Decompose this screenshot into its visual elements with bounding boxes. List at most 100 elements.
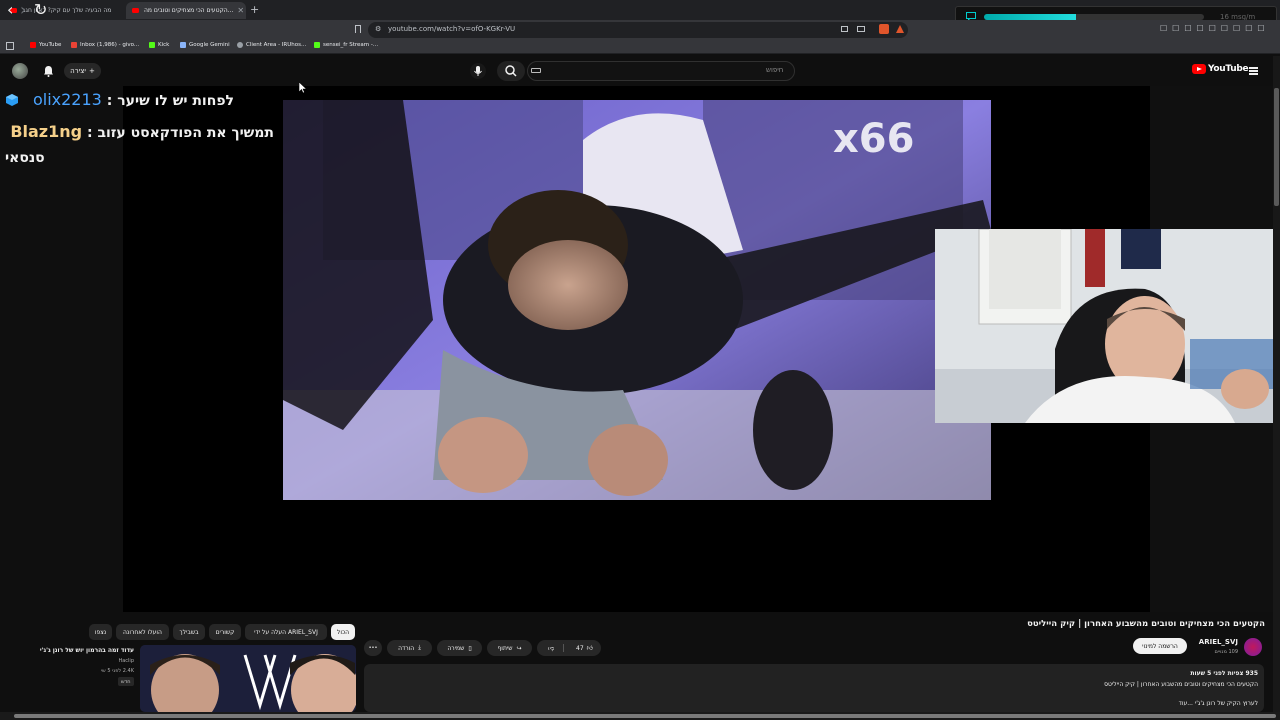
bookmark-gemini[interactable]: Google Gemini <box>180 42 230 48</box>
channel-name[interactable]: ARIEL_SVJ <box>1199 638 1238 646</box>
browser-tab-active[interactable]: הקטעים הכי מצחיקים וטובים מה... ✕ <box>126 2 246 19</box>
forward-icon[interactable]: › <box>20 0 26 19</box>
logo-text: YouTube <box>1208 64 1249 74</box>
chip-label: בשבילך <box>179 628 199 636</box>
share-button[interactable]: שיתוף ↪ <box>487 640 532 656</box>
menu-icon[interactable] <box>1249 67 1258 69</box>
description-line: הקטעים הכי מצחיקים וטובים מהשבוע האחרון … <box>1104 681 1258 688</box>
bookmark-label: Client Area - IRUhos... <box>246 42 307 48</box>
subscribe-button[interactable]: הרשמה למינוי <box>1133 638 1187 654</box>
chip-recently-uploaded[interactable]: הועלו לאחרונה <box>116 624 169 640</box>
mouse-cursor-icon <box>299 82 307 94</box>
create-label: יצירה <box>70 67 86 75</box>
bookmark-label: Kick <box>158 42 170 48</box>
apps-grid-icon[interactable] <box>6 42 14 50</box>
keyboard-icon[interactable] <box>531 68 541 73</box>
chip-related[interactable]: קשורים <box>209 624 241 640</box>
search-icon <box>505 65 517 77</box>
chat-message-text: לפחות יש לו שיער <box>117 93 234 109</box>
reload-icon[interactable]: ↻ <box>34 0 47 19</box>
cube-badge-icon <box>6 94 18 106</box>
bookmark-label: YouTube <box>39 42 62 48</box>
chat-message: תמשיך את הפודקאסט עזוב : Blaz1ng <box>10 122 274 141</box>
chip-label: העלה על ידי ARIEL_SVJ <box>254 628 318 636</box>
recommended-title[interactable]: עדוד זמה בהרמון יוש של רונן ג'ג'י <box>40 647 134 654</box>
chat-username: Blaz1ng <box>10 122 83 141</box>
recommended-meta: 2.4K לפני 5 שי <box>101 668 134 674</box>
back-icon[interactable]: ‹ <box>7 0 13 19</box>
translate-icon[interactable] <box>841 26 848 32</box>
url-text: youtube.com/watch?v=ofO-KGKr-VU <box>388 25 516 33</box>
chat-separator: : <box>82 125 93 141</box>
close-icon[interactable]: ✕ <box>233 6 244 15</box>
video-player[interactable]: x66 <box>283 100 991 500</box>
bookmark-sensei[interactable]: sensei_fr Stream -... <box>314 42 378 48</box>
video-title: הקטעים הכי מצחיקים וטובים מהשבוע האחרון … <box>1027 619 1265 629</box>
thumbs-up-icon: 👍︎ <box>586 645 593 652</box>
chip-for-you[interactable]: בשבילך <box>173 624 205 640</box>
download-label: הורדה <box>398 644 415 652</box>
more-icon: ••• <box>368 645 378 651</box>
save-button[interactable]: שמירה ▯ <box>437 640 482 656</box>
bell-icon[interactable] <box>43 65 54 77</box>
youtube-logo-icon <box>1192 64 1206 74</box>
streamer-webcam <box>935 229 1280 423</box>
youtube-logo[interactable]: YouTube <box>1192 64 1249 74</box>
recommended-thumbnail[interactable] <box>140 645 356 712</box>
download-button[interactable]: הורדה ⤓ <box>387 640 432 656</box>
chat-message: לפחות יש לו שיער : olix2213 <box>33 90 234 109</box>
chip-uploaded-by[interactable]: העלה על ידי ARIEL_SVJ <box>245 624 327 640</box>
cast-icon[interactable] <box>857 26 865 32</box>
bookmark-client-area[interactable]: Client Area - IRUhos... <box>237 42 306 48</box>
rewards-icon[interactable] <box>896 25 904 33</box>
webcam-frame <box>935 229 1280 423</box>
bookmark-kick[interactable]: Kick <box>149 42 169 48</box>
youtube-icon <box>30 42 36 48</box>
subscriber-count: 109 מנויים <box>1214 649 1238 655</box>
plus-icon: + <box>88 67 95 75</box>
bookmark-label: Inbox (1,986) - givo... <box>80 42 140 48</box>
download-icon: ⤓ <box>418 644 421 651</box>
avatar[interactable] <box>12 63 28 79</box>
search-input[interactable] <box>527 61 795 81</box>
gmail-icon <box>71 42 77 48</box>
thumbs-down-icon: 👎︎ <box>547 645 555 652</box>
bookmark-save-icon: ▯ <box>468 644 472 652</box>
extensions-icon[interactable]: ☐☐☐☐☐☐☐☐☐ <box>1160 24 1270 33</box>
tab-title: הקטעים הכי מצחיקים וטובים מה... <box>144 7 234 14</box>
bookmark-label: Google Gemini <box>189 42 230 48</box>
channel-avatar[interactable] <box>1244 638 1262 656</box>
search-button[interactable] <box>497 61 525 81</box>
like-button[interactable]: 47 👍︎ <box>568 642 601 654</box>
view-stats: 935 צפיות לפני 5 שעות <box>1190 670 1258 677</box>
voice-search-button[interactable] <box>470 63 486 79</box>
globe-icon <box>237 42 243 48</box>
kick-icon <box>314 42 320 48</box>
chat-username: olix2213 <box>32 90 102 109</box>
mic-icon <box>474 66 482 76</box>
divider <box>563 644 564 652</box>
recommended-channel[interactable]: Haclip <box>118 658 134 664</box>
brave-shield-icon[interactable] <box>879 24 889 34</box>
create-button[interactable]: יצירה + <box>64 63 101 79</box>
dislike-button[interactable]: 👎︎ <box>542 642 560 654</box>
chip-watched[interactable]: נצפו <box>89 624 112 640</box>
like-count: 47 <box>576 644 584 652</box>
bookmark-icon[interactable] <box>355 25 361 33</box>
share-label: שיתוף <box>497 644 513 652</box>
site-info-icon[interactable]: ⚙ <box>375 25 381 33</box>
vertical-scrollbar-thumb[interactable] <box>1274 88 1279 206</box>
horizontal-scrollbar-thumb[interactable] <box>14 714 1276 718</box>
gemini-icon <box>180 42 186 48</box>
kick-icon <box>149 42 155 48</box>
chip-label: הועלו לאחרונה <box>123 628 162 636</box>
description-box[interactable] <box>364 664 1264 712</box>
bookmark-label: sensei_fr Stream -... <box>323 42 379 48</box>
chat-separator: : <box>101 93 113 109</box>
chip-all[interactable]: הכול <box>331 624 355 640</box>
bookmark-youtube[interactable]: YouTube <box>30 42 61 48</box>
more-actions-button[interactable]: ••• <box>364 640 382 656</box>
new-tab-button[interactable]: + <box>250 3 259 16</box>
bookmark-inbox[interactable]: Inbox (1,986) - givo... <box>71 42 139 48</box>
new-badge: חדש <box>118 677 134 686</box>
